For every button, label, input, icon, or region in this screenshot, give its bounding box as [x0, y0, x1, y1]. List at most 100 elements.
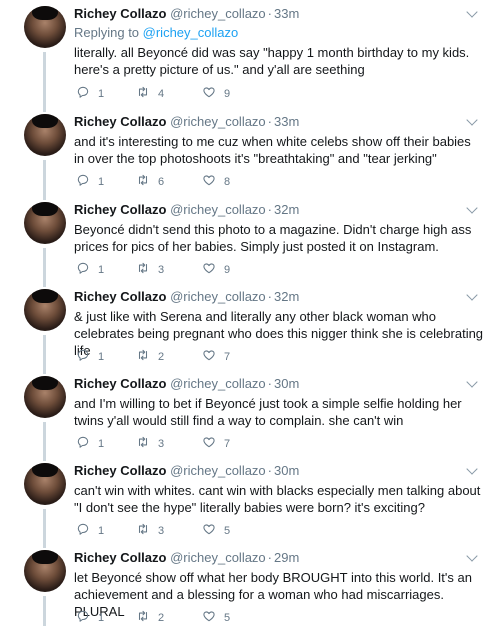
retweet-button[interactable]: 3 [136, 435, 164, 453]
reply-button[interactable]: 1 [76, 85, 104, 103]
user-handle[interactable]: @richey_collazo [170, 6, 266, 21]
user-handle[interactable]: @richey_collazo [170, 550, 266, 565]
timestamp[interactable]: 29m [274, 550, 299, 565]
chevron-down-icon[interactable] [466, 6, 478, 18]
avatar[interactable] [24, 6, 66, 48]
retweet-icon [136, 173, 150, 191]
like-button[interactable]: 5 [202, 609, 230, 627]
retweet-button[interactable]: 3 [136, 522, 164, 540]
chevron-down-icon[interactable] [466, 550, 478, 562]
reply-icon [76, 522, 90, 540]
reply-count: 1 [98, 525, 105, 537]
user-handle[interactable]: @richey_collazo [170, 376, 266, 391]
reply-icon [76, 435, 90, 453]
chevron-down-icon[interactable] [466, 463, 478, 475]
display-name[interactable]: Richey Collazo [74, 114, 166, 129]
tweet-header: Richey Collazo @richey_collazo · 30m [74, 463, 299, 479]
like-count: 7 [224, 351, 231, 363]
tweet[interactable]: Richey Collazo @richey_collazo · 33m Reply… [0, 0, 500, 112]
like-count: 5 [224, 612, 231, 624]
like-button[interactable]: 5 [202, 522, 230, 540]
chevron-down-icon[interactable] [466, 202, 478, 214]
tweet[interactable]: Richey Collazo @richey_collazo · 32m & jus… [0, 283, 500, 374]
like-count: 8 [224, 176, 231, 188]
tweet-text: and it's interesting to me cuz when whit… [74, 134, 471, 166]
reply-button[interactable]: 1 [76, 435, 104, 453]
separator-dot: · [267, 550, 273, 565]
like-button[interactable]: 8 [202, 173, 230, 191]
retweet-button[interactable]: 2 [136, 609, 164, 627]
reply-count: 1 [98, 612, 105, 624]
like-count: 5 [224, 525, 231, 537]
separator-dot: · [267, 202, 273, 217]
tweet-header: Richey Collazo @richey_collazo · 32m [74, 289, 299, 305]
user-handle[interactable]: @richey_collazo [170, 289, 266, 304]
timestamp[interactable]: 32m [274, 289, 299, 304]
timestamp[interactable]: 33m [274, 114, 299, 129]
like-count: 7 [224, 438, 231, 450]
timestamp[interactable]: 30m [274, 376, 299, 391]
tweet[interactable]: Richey Collazo @richey_collazo · 30m can't… [0, 457, 500, 548]
timestamp[interactable]: 30m [274, 463, 299, 478]
timestamp[interactable]: 33m [274, 6, 299, 21]
display-name[interactable]: Richey Collazo [74, 202, 166, 217]
like-button[interactable]: 9 [202, 85, 230, 103]
avatar[interactable] [24, 202, 66, 244]
tweet[interactable]: Richey Collazo @richey_collazo · 30m and I… [0, 370, 500, 461]
retweet-button[interactable]: 3 [136, 261, 164, 279]
retweet-button[interactable]: 6 [136, 173, 164, 191]
retweet-count: 2 [158, 612, 165, 624]
retweet-icon [136, 348, 150, 366]
chevron-down-icon[interactable] [466, 289, 478, 301]
timestamp[interactable]: 32m [274, 202, 299, 217]
retweet-icon [136, 261, 150, 279]
thread-connector-line [43, 509, 46, 548]
user-handle[interactable]: @richey_collazo [170, 114, 266, 129]
user-handle[interactable]: @richey_collazo [170, 463, 266, 478]
retweet-button[interactable]: 2 [136, 348, 164, 366]
tweet-thread: Richey Collazo @richey_collazo · 33m Reply… [0, 0, 500, 626]
like-button[interactable]: 9 [202, 261, 230, 279]
display-name[interactable]: Richey Collazo [74, 376, 166, 391]
display-name[interactable]: Richey Collazo [74, 550, 166, 565]
thread-connector-line [43, 52, 46, 112]
like-button[interactable]: 7 [202, 348, 230, 366]
avatar[interactable] [24, 114, 66, 156]
tweet[interactable]: Richey Collazo @richey_collazo · 29m let B… [0, 544, 500, 630]
tweet[interactable]: Richey Collazo @richey_collazo · 32m Beyon… [0, 196, 500, 287]
tweet[interactable]: Richey Collazo @richey_collazo · 33m and i… [0, 108, 500, 200]
reply-button[interactable]: 1 [76, 173, 104, 191]
heart-icon [202, 173, 216, 191]
tweet-header: Richey Collazo @richey_collazo · 32m [74, 202, 299, 218]
reply-count: 1 [98, 438, 105, 450]
avatar[interactable] [24, 463, 66, 505]
display-name[interactable]: Richey Collazo [74, 6, 166, 21]
reply-button[interactable]: 1 [76, 609, 104, 627]
avatar[interactable] [24, 289, 66, 331]
tweet-header: Richey Collazo @richey_collazo · 33m [74, 6, 299, 22]
like-button[interactable]: 7 [202, 435, 230, 453]
reply-count: 1 [98, 88, 105, 100]
thread-connector-line [43, 248, 46, 287]
tweet-header: Richey Collazo @richey_collazo · 33m [74, 114, 299, 130]
replying-to-link[interactable]: @richey_collazo [143, 25, 239, 40]
chevron-down-icon[interactable] [466, 114, 478, 126]
separator-dot: · [267, 114, 273, 129]
user-handle[interactable]: @richey_collazo [170, 202, 266, 217]
reply-button[interactable]: 1 [76, 522, 104, 540]
reply-icon [76, 609, 90, 627]
reply-button[interactable]: 1 [76, 348, 104, 366]
reply-icon [76, 85, 90, 103]
replying-to-prefix: Replying to [74, 25, 143, 40]
reply-button[interactable]: 1 [76, 261, 104, 279]
avatar[interactable] [24, 376, 66, 418]
retweet-count: 3 [158, 525, 165, 537]
retweet-button[interactable]: 4 [136, 85, 164, 103]
heart-icon [202, 85, 216, 103]
display-name[interactable]: Richey Collazo [74, 463, 166, 478]
chevron-down-icon[interactable] [466, 376, 478, 388]
retweet-icon [136, 85, 150, 103]
display-name[interactable]: Richey Collazo [74, 289, 166, 304]
avatar[interactable] [24, 550, 66, 592]
tweet-header: Richey Collazo @richey_collazo · 29m [74, 550, 299, 566]
